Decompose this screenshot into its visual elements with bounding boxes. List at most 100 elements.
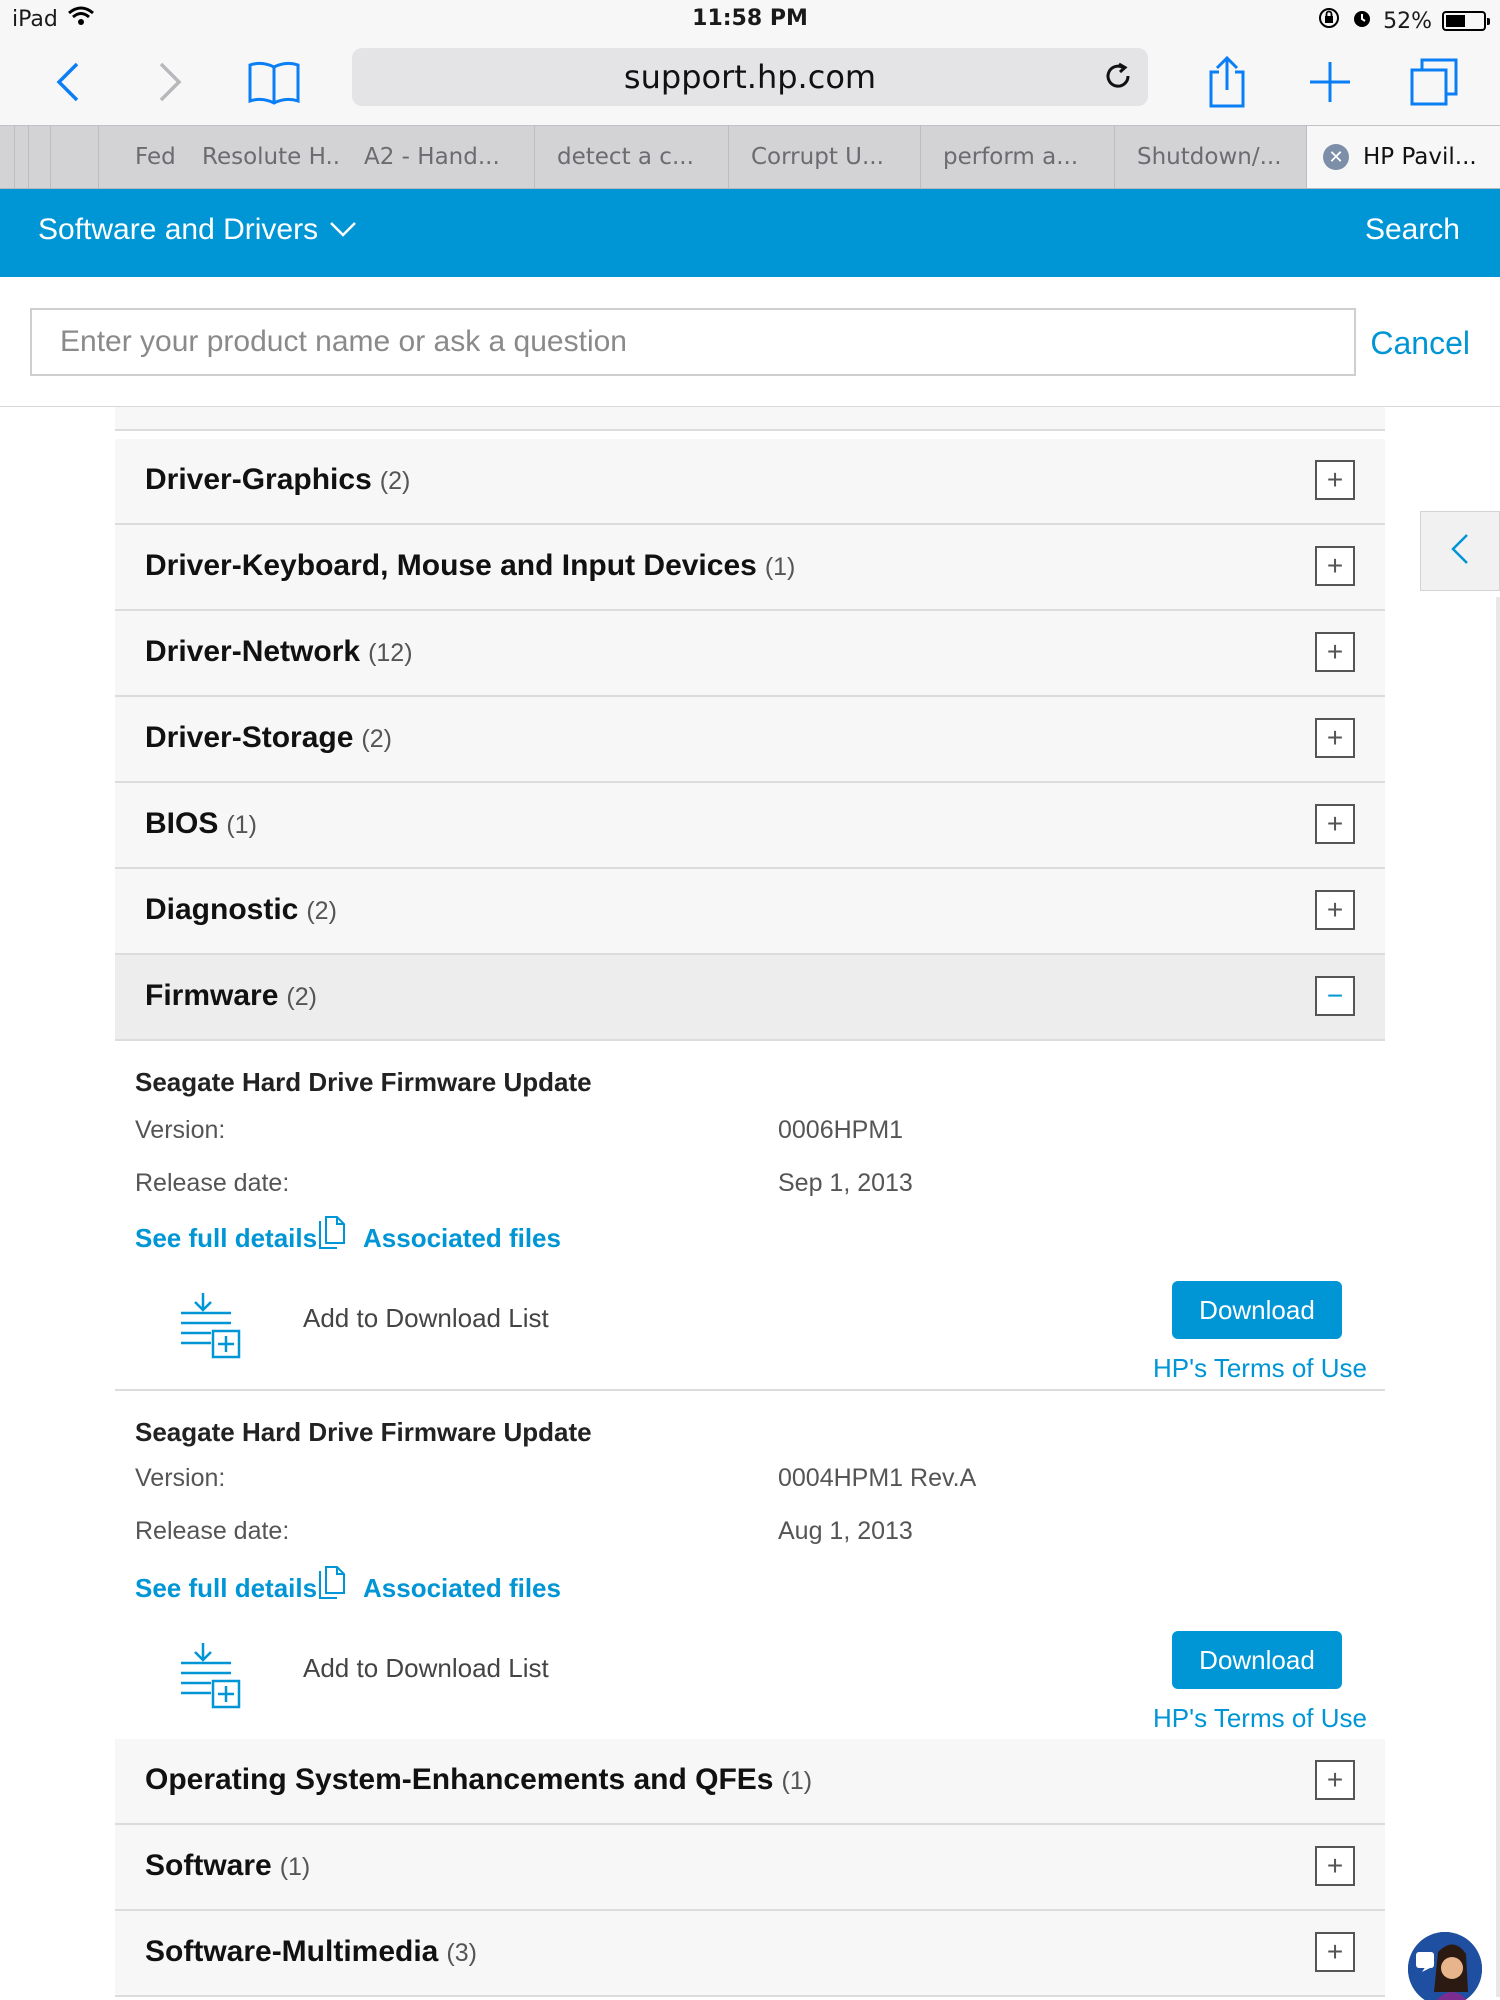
item-title: Seagate Hard Drive Firmware Update <box>135 1417 592 1447</box>
expand-icon[interactable]: + <box>1315 718 1355 758</box>
expand-icon[interactable]: + <box>1315 890 1355 930</box>
virtual-agent-icon <box>1408 1932 1482 2000</box>
expand-icon[interactable]: + <box>1315 1760 1355 1800</box>
category-count: (2) <box>379 467 411 495</box>
share-icon[interactable] <box>1195 50 1259 114</box>
see-full-details-link[interactable]: See full details <box>135 1573 317 1604</box>
tab-stub[interactable] <box>28 126 50 188</box>
tab-hp-pavilion[interactable]: ✕ HP Pavil... <box>1306 126 1500 188</box>
category-diagnostic[interactable]: Diagnostic (2) + <box>115 869 1385 955</box>
close-tab-icon[interactable]: ✕ <box>1323 144 1349 170</box>
expand-icon[interactable]: + <box>1315 804 1355 844</box>
back-icon[interactable] <box>36 50 100 114</box>
category-firmware[interactable]: Firmware (2) − <box>115 955 1385 1041</box>
category-driver-network[interactable]: Driver-Network (12) + <box>115 611 1385 697</box>
category-name: Software <box>145 1849 272 1882</box>
category-label: Software (1) <box>145 1849 310 1883</box>
new-tab-icon[interactable] <box>1298 50 1362 114</box>
virtual-agent-avatar[interactable] <box>1408 1932 1482 2000</box>
category-name: Driver-Keyboard, Mouse and Input Devices <box>145 549 757 582</box>
category-row-partial[interactable]: + <box>115 407 1385 431</box>
tab-label: Fed <box>135 144 176 170</box>
search-link[interactable]: Search <box>1365 213 1460 247</box>
version-label: Version: <box>135 1464 226 1492</box>
tab-perform[interactable]: perform a... <box>920 126 1114 188</box>
tab-label: perform a... <box>943 144 1079 170</box>
forward-icon[interactable] <box>138 50 202 114</box>
left-gutter <box>0 407 115 2000</box>
battery-percent: 52% <box>1383 8 1432 34</box>
address-bar[interactable]: support.hp.com <box>352 48 1148 106</box>
category-count: (1) <box>764 553 796 581</box>
tab-corrupt[interactable]: Corrupt U... <box>728 126 920 188</box>
add-to-download-list-icon[interactable] <box>175 1643 245 1709</box>
tab-stub[interactable] <box>14 126 28 188</box>
category-bios[interactable]: BIOS (1) + <box>115 783 1385 869</box>
expand-icon[interactable]: + <box>1315 1932 1355 1972</box>
expand-icon[interactable]: + <box>1315 546 1355 586</box>
item-title: Seagate Hard Drive Firmware Update <box>135 1067 592 1097</box>
category-label: Driver-Graphics (2) <box>145 463 410 497</box>
software-drivers-menu[interactable]: Software and Drivers <box>38 213 358 247</box>
menu-title: Software and Drivers <box>38 213 319 246</box>
category-name: Software-Multimedia <box>145 1935 439 1968</box>
category-driver-graphics[interactable]: Driver-Graphics (2) + <box>115 439 1385 525</box>
terms-of-use-link[interactable]: HP's Terms of Use <box>1153 1353 1367 1384</box>
category-count: (1) <box>781 1767 813 1795</box>
category-label: BIOS (1) <box>145 807 257 841</box>
tab-label: Corrupt U... <box>751 144 884 170</box>
chevron-down-icon <box>328 213 358 247</box>
reload-icon[interactable] <box>1102 60 1134 100</box>
category-name: Firmware <box>145 979 279 1012</box>
see-full-details-link[interactable]: See full details <box>135 1223 317 1254</box>
terms-of-use-link[interactable]: HP's Terms of Use <box>1153 1703 1367 1734</box>
battery-level <box>1446 15 1465 27</box>
associated-files-link[interactable]: Associated files <box>363 1223 561 1254</box>
tab-stub[interactable] <box>50 126 98 188</box>
tab-resolute[interactable]: Resolute H.. <box>178 126 342 188</box>
category-name: Diagnostic <box>145 893 299 926</box>
category-label: Driver-Network (12) <box>145 635 413 669</box>
tab-a2-hand[interactable]: A2 - Hand... <box>342 126 534 188</box>
tab-label: Resolute H.. <box>202 144 341 170</box>
firmware-item: Seagate Hard Drive Firmware Update Versi… <box>115 1041 1385 1391</box>
category-driver-keyboard[interactable]: Driver-Keyboard, Mouse and Input Devices… <box>115 525 1385 611</box>
tab-detect[interactable]: detect a c... <box>534 126 728 188</box>
battery-icon <box>1442 11 1490 31</box>
browser-toolbar: support.hp.com <box>0 40 1500 125</box>
category-software-multimedia[interactable]: Software-Multimedia (3) + <box>115 1911 1385 1997</box>
collapse-icon[interactable]: − <box>1315 976 1355 1016</box>
release-date-label: Release date: <box>135 1517 290 1545</box>
product-search-input[interactable] <box>30 308 1356 376</box>
document-icon <box>317 1215 347 1256</box>
clock: 11:58 PM <box>692 6 808 31</box>
add-to-download-list[interactable]: Add to Download List <box>303 1653 549 1684</box>
tab-shutdown[interactable]: Shutdown/... <box>1114 126 1306 188</box>
category-software[interactable]: Software (1) + <box>115 1825 1385 1911</box>
tab-label: A2 - Hand... <box>364 144 500 170</box>
category-os-enhancements[interactable]: Operating System-Enhancements and QFEs (1… <box>115 1739 1385 1825</box>
side-panel-toggle[interactable] <box>1420 511 1500 591</box>
version-value: 0006HPM1 <box>778 1116 904 1144</box>
category-label: Driver-Storage (2) <box>145 721 392 755</box>
add-to-download-list-icon[interactable] <box>175 1293 245 1359</box>
tab-label: Shutdown/... <box>1137 144 1282 170</box>
expand-icon[interactable]: + <box>1315 632 1355 672</box>
download-button[interactable]: Download <box>1172 1631 1342 1689</box>
hp-header: Software and Drivers Search <box>0 189 1500 277</box>
download-button[interactable]: Download <box>1172 1281 1342 1339</box>
tabs-icon[interactable] <box>1402 50 1466 114</box>
version-label: Version: <box>135 1116 226 1144</box>
cancel-button[interactable]: Cancel <box>1370 325 1470 362</box>
tab-fed[interactable]: Fed <box>98 126 178 188</box>
category-driver-storage[interactable]: Driver-Storage (2) + <box>115 697 1385 783</box>
add-to-download-list[interactable]: Add to Download List <box>303 1303 549 1334</box>
chevron-left-icon <box>1449 531 1471 571</box>
expand-icon[interactable]: + <box>1315 1846 1355 1886</box>
associated-files-link[interactable]: Associated files <box>363 1573 561 1604</box>
category-name: BIOS <box>145 807 219 840</box>
category-count: (1) <box>226 811 257 839</box>
search-row: Cancel <box>0 277 1500 407</box>
bookmarks-icon[interactable] <box>242 50 306 114</box>
expand-icon[interactable]: + <box>1315 460 1355 500</box>
